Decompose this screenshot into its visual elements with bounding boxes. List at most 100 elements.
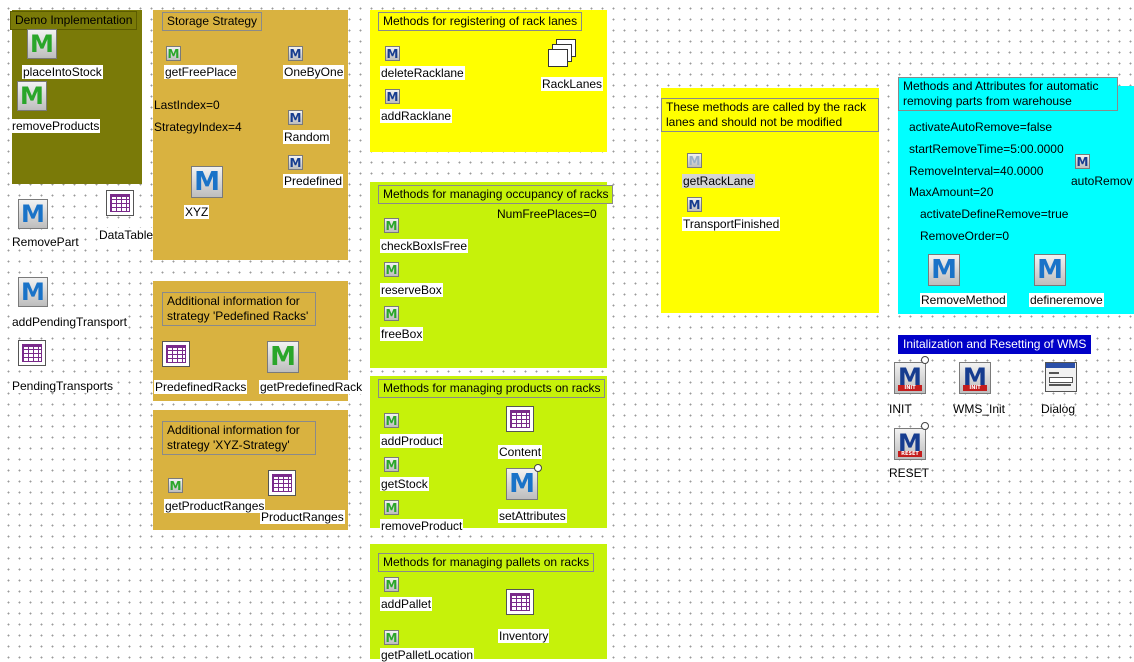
numfreeplaces-attribute[interactable]: NumFreePlaces=0	[497, 207, 597, 221]
productranges-table-icon[interactable]	[268, 470, 296, 496]
pallets-title: Methods for managing pallets on racks	[378, 553, 595, 572]
maxamount-attribute[interactable]: MaxAmount=20	[909, 185, 993, 199]
freebox-label[interactable]: freeBox	[380, 327, 424, 341]
defineremove-label[interactable]: defineremove	[1029, 293, 1104, 307]
occupancy-title: Methods for managing occupancy of racks	[378, 185, 614, 204]
rack-lane-callbacks-title: These methods are called by the rack lan…	[661, 98, 879, 132]
removemethod-method-icon[interactable]: M	[928, 254, 960, 286]
reset-label[interactable]: RESET	[888, 466, 930, 480]
startremovetime-attribute[interactable]: startRemoveTime=5:00.0000	[909, 142, 1064, 156]
freebox-method-icon[interactable]: M	[384, 306, 399, 321]
addpendingtransport-label[interactable]: addPendingTransport	[11, 315, 128, 329]
inventory-label[interactable]: Inventory	[498, 629, 550, 643]
predefined-label[interactable]: Predefined	[283, 174, 344, 188]
addpallet-method-icon[interactable]: M	[384, 577, 399, 592]
lastindex-attribute[interactable]: LastIndex=0	[154, 98, 220, 112]
addpallet-label[interactable]: addPallet	[380, 597, 433, 611]
addracklane-method-icon[interactable]: M	[385, 89, 400, 104]
removepart-method-icon[interactable]: M	[18, 199, 48, 229]
setattributes-method-icon[interactable]: M	[506, 468, 538, 500]
dialog-label[interactable]: Dialog	[1040, 402, 1076, 416]
placeintostock-method-icon[interactable]: M	[27, 29, 57, 59]
demo-implementation-title: Demo Implementation	[10, 11, 138, 30]
dialog-window-icon[interactable]	[1045, 362, 1077, 392]
getstock-method-icon[interactable]: M	[384, 457, 399, 472]
xyz-label[interactable]: XYZ	[184, 205, 210, 219]
content-label[interactable]: Content	[498, 445, 543, 459]
racklanes-label[interactable]: RackLanes	[541, 77, 604, 91]
removemethod-label[interactable]: RemoveMethod	[920, 293, 1007, 307]
inventory-table-icon[interactable]	[506, 589, 534, 615]
racklanes-frame-icon[interactable]	[548, 37, 578, 67]
getfreeplace-method-icon[interactable]: M	[166, 46, 181, 61]
random-label[interactable]: Random	[283, 130, 331, 144]
autoremove-label[interactable]: autoRemov	[1070, 174, 1133, 188]
registering-rack-lanes-title: Methods for registering of rack lanes	[378, 12, 583, 31]
deleteracklane-method-icon[interactable]: M	[385, 46, 400, 61]
wms-init-method-icon[interactable]: M INIT	[959, 362, 991, 394]
checkboxisfree-method-icon[interactable]: M	[384, 218, 399, 233]
strategyindex-attribute[interactable]: StrategyIndex=4	[154, 120, 242, 134]
autoremove-method-icon[interactable]: M	[1075, 154, 1090, 169]
pendingtransports-label[interactable]: PendingTransports	[11, 379, 114, 393]
storage-strategy-title: Storage Strategy	[162, 12, 263, 31]
products-title: Methods for managing products on racks	[378, 379, 606, 398]
reset-init-dot	[921, 422, 929, 430]
init-init-dot	[921, 356, 929, 364]
removeproducts-method-icon[interactable]: M	[17, 81, 47, 111]
removeproduct-method-icon[interactable]: M	[384, 500, 399, 515]
products-frame[interactable]	[370, 376, 607, 528]
removeorder-attribute[interactable]: RemoveOrder=0	[920, 229, 1009, 243]
setattributes-init-dot	[534, 464, 542, 472]
predefined-method-icon[interactable]: M	[288, 155, 303, 170]
datatable-table-icon[interactable]	[106, 190, 134, 216]
getpredefinedrack-label[interactable]: getPredefinedRack	[259, 380, 364, 394]
setattributes-label[interactable]: setAttributes	[498, 509, 567, 523]
reset-method-icon[interactable]: M RESET	[894, 428, 926, 460]
removeproducts-label[interactable]: removeProducts	[11, 119, 101, 133]
activatedefineremove-attribute[interactable]: activateDefineRemove=true	[920, 207, 1068, 221]
init-label[interactable]: INIT	[888, 402, 913, 416]
predefinedracks-label[interactable]: PredefinedRacks	[154, 380, 248, 394]
onebyone-method-icon[interactable]: M	[288, 46, 303, 61]
placeintostock-label[interactable]: placeIntoStock	[22, 65, 103, 79]
getracklane-method-icon[interactable]: M	[687, 153, 702, 168]
addracklane-label[interactable]: addRacklane	[380, 109, 453, 123]
xyz-method-icon[interactable]: M	[191, 166, 223, 198]
addpendingtransport-method-icon[interactable]: M	[18, 277, 48, 307]
predefined-racks-title: Additional information for strategy 'Ped…	[162, 292, 316, 326]
init-method-icon[interactable]: M INIT	[894, 362, 926, 394]
reservebox-method-icon[interactable]: M	[384, 262, 399, 277]
addproduct-label[interactable]: addProduct	[380, 434, 444, 448]
getproductranges-method-icon[interactable]: M	[168, 478, 183, 493]
removeinterval-attribute[interactable]: RemoveInterval=40.0000	[909, 164, 1043, 178]
transportfinished-method-icon[interactable]: M	[687, 197, 702, 212]
pendingtransports-table-icon[interactable]	[18, 340, 46, 366]
removeproduct-label[interactable]: removeProduct	[380, 519, 464, 533]
checkboxisfree-label[interactable]: checkBoxIsFree	[380, 239, 469, 253]
wms-init-label[interactable]: WMS_Init	[952, 402, 1006, 416]
removepart-label[interactable]: RemovePart	[11, 235, 80, 249]
reservebox-label[interactable]: reserveBox	[380, 283, 443, 297]
activateautoremove-attribute[interactable]: activateAutoRemove=false	[909, 120, 1052, 134]
auto-remove-title: Methods and Attributes for automatic rem…	[898, 77, 1118, 111]
random-method-icon[interactable]: M	[288, 110, 303, 125]
content-table-icon[interactable]	[506, 406, 534, 432]
defineremove-method-icon[interactable]: M	[1034, 254, 1066, 286]
getpalletlocation-method-icon[interactable]: M	[384, 630, 399, 645]
predefinedracks-table-icon[interactable]	[162, 341, 190, 367]
getracklane-label[interactable]: getRackLane	[682, 174, 755, 188]
init-reset-title: Initalization and Resetting of WMS	[898, 335, 1092, 354]
getfreeplace-label[interactable]: getFreePlace	[164, 65, 238, 79]
getstock-label[interactable]: getStock	[380, 477, 429, 491]
getpredefinedrack-method-icon[interactable]: M	[267, 341, 299, 373]
productranges-label[interactable]: ProductRanges	[260, 510, 345, 524]
addproduct-method-icon[interactable]: M	[384, 413, 399, 428]
deleteracklane-label[interactable]: deleteRacklane	[380, 66, 465, 80]
transportfinished-label[interactable]: TransportFinished	[682, 217, 781, 231]
datatable-label[interactable]: DataTable	[98, 228, 155, 242]
xyz-strategy-title: Additional information for strategy 'XYZ…	[162, 421, 316, 455]
onebyone-label[interactable]: OneByOne	[283, 65, 345, 79]
getproductranges-label[interactable]: getProductRanges	[164, 499, 266, 513]
getpalletlocation-label[interactable]: getPalletLocation	[380, 648, 475, 662]
